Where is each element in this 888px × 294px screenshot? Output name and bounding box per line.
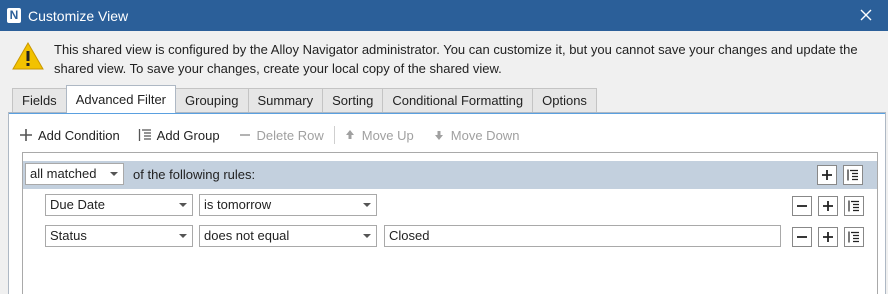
tab-advanced-filter[interactable]: Advanced Filter [65,85,177,113]
arrow-up-icon [345,130,354,139]
window-title: Customize View [28,8,129,24]
chevron-down-icon [179,203,187,207]
arrow-down-icon [434,131,443,140]
tab-options[interactable]: Options [532,88,597,113]
add-rule-button[interactable] [817,165,837,185]
delete-row-label: Delete Row [256,127,324,143]
condition-field-dropdown[interactable]: Status [45,225,193,247]
plus-icon [823,232,833,242]
condition-field-value: Status [50,228,87,243]
tab-sorting[interactable]: Sorting [322,88,384,113]
tab-strip: Fields Advanced Filter Grouping Summary … [12,85,597,113]
rules-header-row: all matched of the following rules: [23,161,877,189]
add-group-icon [138,129,151,141]
add-group-label: Add Group [156,127,220,143]
move-down-button[interactable]: Move Down [432,127,520,143]
condition-value-input[interactable]: Closed [384,225,781,247]
chevron-down-icon [363,203,371,207]
condition-operator-dropdown[interactable]: is tomorrow [199,194,377,216]
remove-condition-button[interactable] [792,196,812,216]
minus-icon [797,236,807,238]
add-condition-row-button[interactable] [818,227,838,247]
plus-icon [823,201,833,211]
shared-view-notice: This shared view is configured by the Al… [0,31,888,85]
minus-icon [239,134,250,136]
condition-field-value: Due Date [50,197,105,212]
advanced-filter-panel: Add Condition Add Group Delete Row Move … [8,112,886,294]
add-group-rule-button[interactable] [843,165,863,185]
plus-icon [822,170,832,180]
add-group-row-button[interactable] [844,227,864,247]
title-bar: N Customize View [0,0,888,31]
add-group-icon [847,169,858,181]
add-condition-label: Add Condition [38,127,120,143]
add-group-button[interactable]: Add Group [138,128,220,143]
tab-summary[interactable]: Summary [247,88,324,113]
tab-conditional-formatting[interactable]: Conditional Formatting [382,88,534,113]
condition-field-dropdown[interactable]: Due Date [45,194,193,216]
remove-condition-button[interactable] [792,227,812,247]
condition-operator-value: is tomorrow [204,197,272,212]
add-group-row-button[interactable] [844,196,864,216]
match-mode-dropdown[interactable]: all matched [25,163,124,185]
condition-operator-dropdown[interactable]: does not equal [199,225,377,247]
close-button[interactable] [858,7,874,23]
notice-text: This shared view is configured by the Al… [54,42,858,76]
add-condition-row-button[interactable] [818,196,838,216]
match-mode-value: all matched [30,166,97,181]
add-group-icon [848,231,859,243]
filter-rules-area: all matched of the following rules: Due … [22,152,878,294]
chevron-down-icon [179,234,187,238]
chevron-down-icon [363,234,371,238]
add-condition-button[interactable]: Add Condition [19,128,120,143]
minus-icon [797,205,807,207]
tab-grouping[interactable]: Grouping [175,88,249,113]
add-group-icon [848,200,859,212]
move-down-label: Move Down [450,127,520,143]
toolbar-separator [333,126,335,144]
tab-fields[interactable]: Fields [12,88,67,113]
filter-toolbar: Add Condition Add Group Delete Row Move … [19,125,537,145]
rules-label: of the following rules: [133,167,256,182]
warning-icon [12,42,44,70]
chevron-down-icon [110,172,118,176]
close-icon [860,9,872,21]
condition-operator-value: does not equal [204,228,290,243]
move-up-label: Move Up [361,127,414,143]
move-up-button[interactable]: Move Up [343,128,414,143]
delete-row-button[interactable]: Delete Row [238,128,324,143]
app-logo-icon: N [7,8,21,23]
plus-icon [20,129,32,141]
